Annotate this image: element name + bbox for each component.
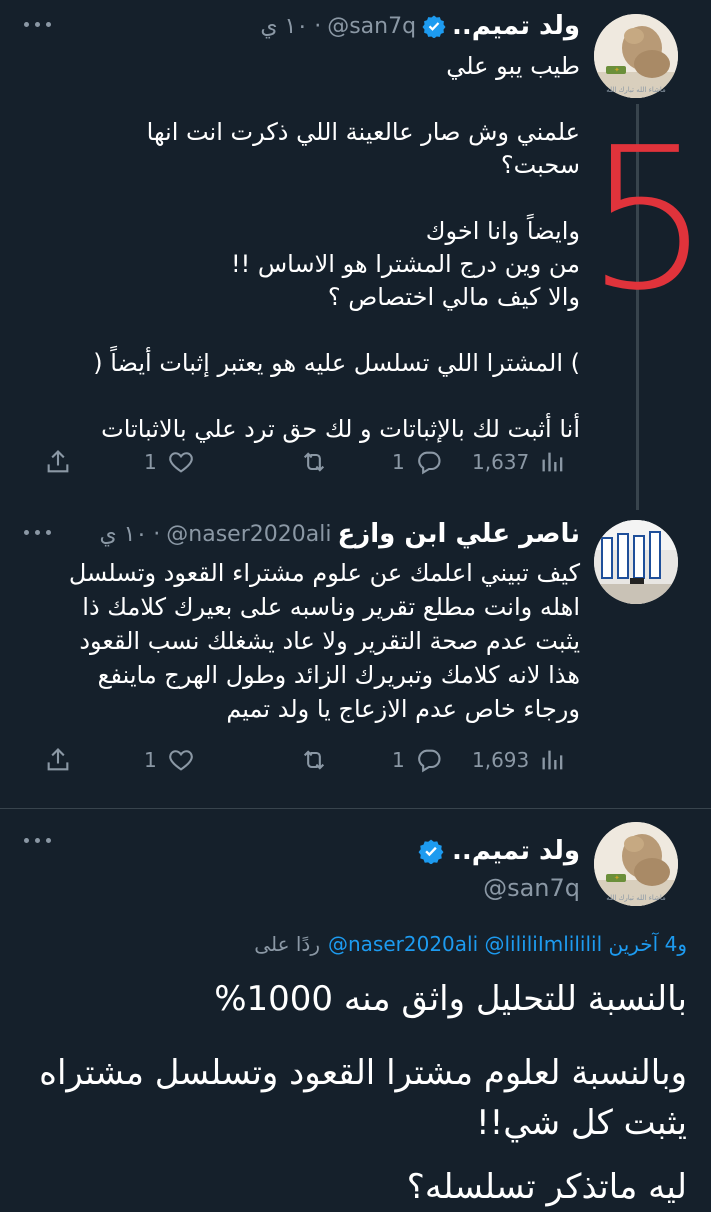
avatar-caption: ماشاء الله تبارك الله [606, 894, 666, 902]
share-button[interactable] [44, 738, 72, 782]
reply-prefix: ردًا على [254, 932, 320, 956]
tweet-text: كيف تبيني اعلمك عن علوم مشتراء القعود وت… [68, 559, 580, 723]
share-icon [47, 450, 69, 473]
action-bar: 1 1 1,637 [30, 440, 575, 484]
like-icon [168, 452, 193, 473]
focused-text-3: ليه ماتذكر تسلسله؟ [406, 1167, 687, 1207]
focused-text-1: بالنسبة للتحليل واثق منه 1000% [214, 979, 687, 1019]
svg-text:✦: ✦ [614, 874, 620, 882]
verified-badge-icon [422, 15, 446, 38]
tweet-header: ناصر علي ابن وازع @naser2020ali · ١٠ ي [99, 519, 580, 549]
divider [0, 808, 711, 809]
verified-badge-icon [418, 839, 444, 864]
like-count: 1 [144, 450, 157, 474]
tweet-text: طيب يبو علي علمني وش صار عالعينة اللي ذك… [93, 52, 580, 443]
avatar-caption: ماشاء الله تبارك الله [606, 86, 666, 94]
reply-icon [417, 451, 441, 475]
tweet-header: ولد تميم.. [418, 836, 580, 866]
like-icon [168, 750, 193, 771]
reply-count: 1 [392, 450, 405, 474]
views-icon [542, 452, 563, 472]
retweet-icon [303, 452, 325, 472]
reply-context: ردًا على @naser2020ali @lililiImlililil … [254, 932, 687, 956]
avatar-group-photo [594, 520, 678, 604]
focused-text-2: وبالنسبة لعلوم مشترا القعود وتسلسل مشترا… [39, 1053, 687, 1143]
share-button[interactable] [44, 440, 72, 484]
action-bar: 1 1 1,693 [30, 738, 575, 782]
display-name[interactable]: ناصر علي ابن وازع [337, 519, 580, 549]
share-icon [47, 748, 69, 771]
tweet-header: ولد تميم.. @san7q · ١٠ ي [260, 11, 580, 41]
views-count: 1,637 [472, 450, 530, 474]
views-button[interactable]: 1,693 [472, 738, 567, 782]
views-count: 1,693 [472, 748, 530, 772]
handle[interactable]: @san7q [483, 874, 580, 902]
retweet-icon [303, 750, 325, 770]
reply-button[interactable]: 1 [392, 440, 443, 484]
retweet-button[interactable] [300, 738, 328, 782]
more-icon[interactable] [20, 522, 56, 542]
display-name[interactable]: ولد تميم.. [452, 836, 580, 866]
reply-button[interactable]: 1 [392, 738, 443, 782]
like-button[interactable]: 1 [144, 440, 195, 484]
views-button[interactable]: 1,637 [472, 440, 567, 484]
more-icon[interactable] [20, 830, 56, 850]
timestamp[interactable]: ١٠ ي [260, 14, 308, 39]
like-button[interactable]: 1 [144, 738, 195, 782]
overlay-number: 5 [586, 106, 711, 334]
like-count: 1 [144, 748, 157, 772]
handle[interactable]: @naser2020ali [166, 522, 331, 547]
timestamp[interactable]: ١٠ ي [99, 522, 147, 547]
more-icon[interactable] [20, 14, 56, 34]
reply-icon [417, 749, 441, 773]
retweet-button[interactable] [300, 440, 328, 484]
display-name[interactable]: ولد تميم.. [452, 11, 580, 41]
views-icon [542, 750, 563, 770]
reply-to-links[interactable]: @naser2020ali @lililiImlililil و4 آخرين [328, 932, 687, 956]
handle[interactable]: @san7q [327, 14, 416, 39]
svg-text:✦: ✦ [614, 66, 620, 74]
avatar[interactable] [594, 520, 678, 604]
reply-count: 1 [392, 748, 405, 772]
